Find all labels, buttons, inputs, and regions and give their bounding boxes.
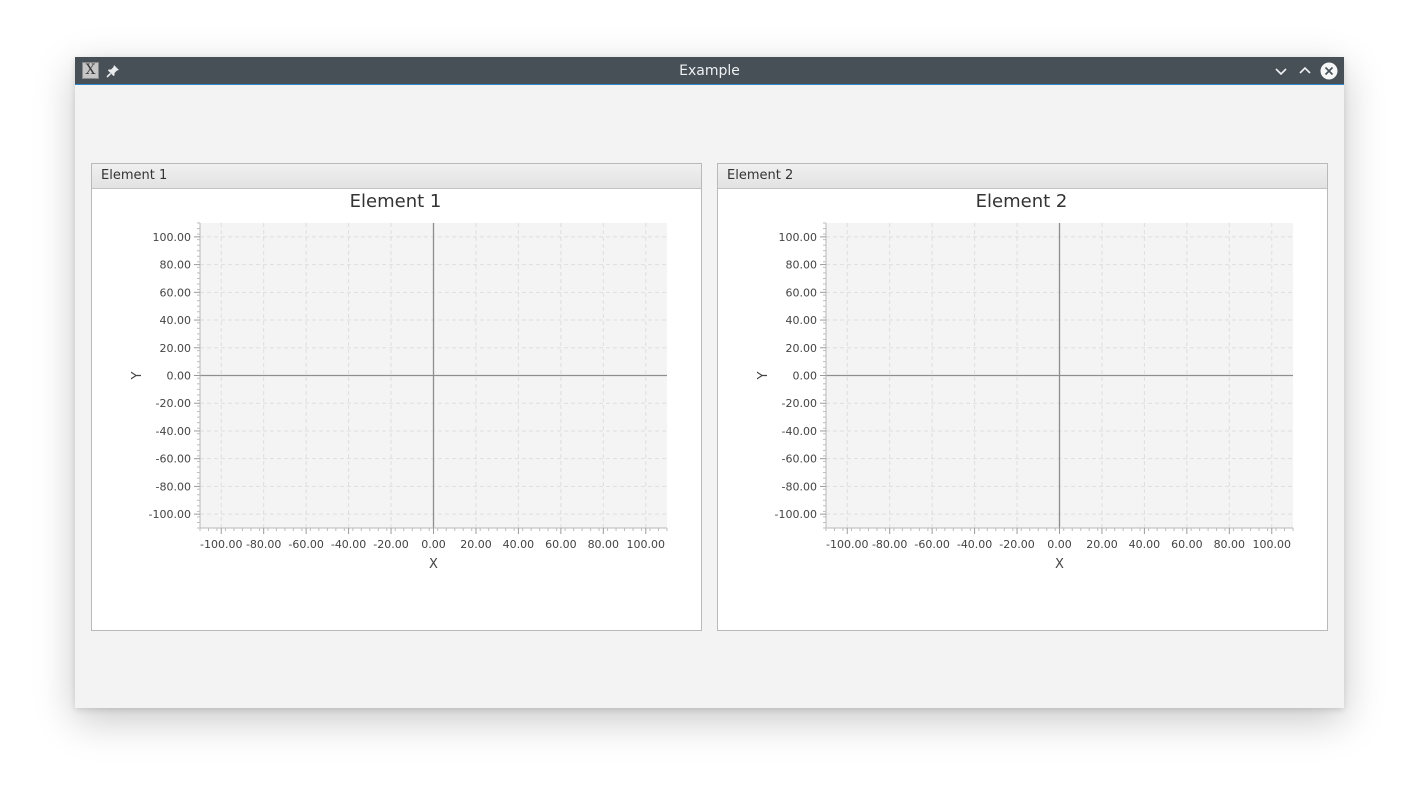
x-tick-label: 0.00 (421, 538, 446, 551)
minimize-button[interactable] (1272, 62, 1290, 80)
panel-header: Element 2 (718, 164, 1327, 189)
maximize-button[interactable] (1296, 62, 1314, 80)
element-1-chart[interactable]: -100.00 -80.00 -60.00 -40.00 -20.00 0.00 20.00… (92, 189, 701, 630)
x-tick-label: 40.00 (503, 538, 534, 551)
x-axis-label: X (429, 557, 438, 572)
close-button[interactable] (1320, 62, 1338, 80)
y-tick-label: -20.00 (782, 397, 817, 410)
x-tick-label: -60.00 (914, 538, 949, 551)
x-tick-label: -40.00 (331, 538, 366, 551)
element-2-panel: Element 2 -100.00 -80.00 -60.00 -40.00 -20.0… (717, 163, 1328, 631)
x-tick-label: 80.00 (1214, 538, 1246, 551)
y-tick-label: -40.00 (156, 425, 191, 438)
y-axis-label: Y (130, 371, 145, 380)
element-1-panel: Element 1 -100.00 -80.00 -60.00 -40.00 -20.0… (91, 163, 702, 631)
y-tick-label: -100.00 (775, 508, 817, 521)
chart-title: Element 2 (976, 191, 1068, 212)
x-tick-label: -80.00 (246, 538, 281, 551)
x-tick-label: 20.00 (1086, 538, 1118, 551)
x-tick-label: 80.00 (588, 538, 620, 551)
x-tick-label: 100.00 (627, 538, 666, 551)
x-tick-label: -100.00 (200, 538, 242, 551)
x-tick-label: 60.00 (545, 538, 577, 551)
y-tick-label: 60.00 (786, 286, 818, 299)
y-tick-label: 100.00 (779, 231, 818, 244)
x-tick-label: -100.00 (826, 538, 868, 551)
y-tick-label: 40.00 (160, 314, 192, 327)
x-tick-label: 100.00 (1253, 538, 1292, 551)
y-tick-label: -100.00 (149, 508, 191, 521)
y-tick-label: -80.00 (782, 480, 817, 493)
window-title: Example (679, 63, 740, 79)
x-tick-label: -20.00 (373, 538, 408, 551)
x-tick-label: -40.00 (957, 538, 992, 551)
y-tick-label: 40.00 (786, 314, 818, 327)
x-tick-label: 60.00 (1171, 538, 1203, 551)
x-tick-label: 0.00 (1047, 538, 1072, 551)
y-tick-label: 60.00 (160, 286, 192, 299)
y-tick-label: -60.00 (782, 453, 817, 466)
element-2-chart[interactable]: -100.00 -80.00 -60.00 -40.00 -20.00 0.00 20.00… (718, 189, 1327, 630)
x-tick-label: 20.00 (460, 538, 492, 551)
y-tick-label: -20.00 (156, 397, 191, 410)
x-axis-label: X (1055, 557, 1064, 572)
title-bar[interactable]: X Example (75, 57, 1344, 85)
y-tick-label: 20.00 (160, 342, 192, 355)
y-tick-label: -80.00 (156, 480, 191, 493)
y-tick-label: 80.00 (160, 259, 192, 272)
y-tick-label: 20.00 (786, 342, 818, 355)
y-axis-label: Y (756, 371, 771, 380)
y-tick-label: -60.00 (156, 453, 191, 466)
app-window: X Example Element 1 -100.00 -80.00 -60.00-… (75, 57, 1344, 708)
y-tick-label: 0.00 (167, 370, 192, 383)
y-tick-label: 80.00 (786, 259, 818, 272)
y-tick-label: 100.00 (153, 231, 192, 244)
x-tick-label: 40.00 (1129, 538, 1161, 551)
x-tick-label: -80.00 (872, 538, 907, 551)
x-tick-label: -20.00 (999, 538, 1034, 551)
chart-title: Element 1 (350, 191, 442, 212)
panel-header: Element 1 (92, 164, 701, 189)
y-tick-label: -40.00 (782, 425, 817, 438)
x-tick-label: -60.00 (288, 538, 323, 551)
y-tick-label: 0.00 (793, 370, 818, 383)
